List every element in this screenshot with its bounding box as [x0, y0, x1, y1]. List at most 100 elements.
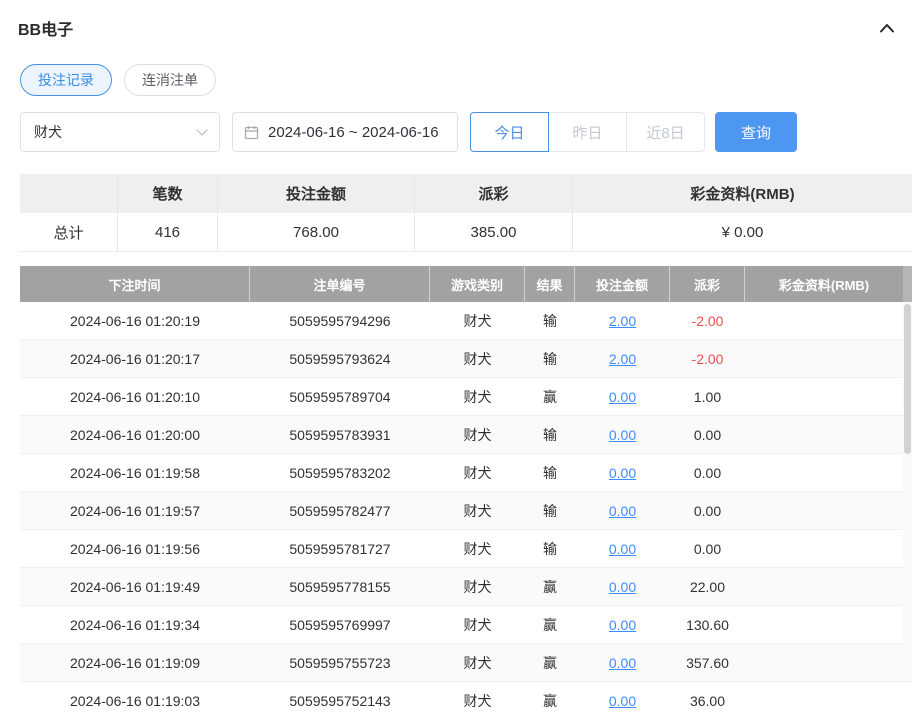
summary-header-bet-amount: 投注金额: [218, 174, 415, 213]
cell-result: 输: [525, 454, 575, 491]
cell-bet-time: 2024-06-16 01:19:49: [20, 568, 250, 605]
bet-table-body: 2024-06-16 01:20:195059595794296财犬输2.00-…: [20, 302, 912, 715]
cell-bet-id: 5059595783931: [250, 416, 430, 453]
bet-amount-link[interactable]: 0.00: [609, 389, 636, 405]
table-row: 2024-06-16 01:19:585059595783202财犬输0.000…: [20, 454, 912, 492]
date-range-input[interactable]: 2024-06-16 ~ 2024-06-16: [232, 112, 458, 152]
cell-bet-id: 5059595794296: [250, 302, 430, 339]
bet-amount-link[interactable]: 2.00: [609, 351, 636, 367]
scrollbar-track[interactable]: [903, 302, 912, 681]
today-button-label: 今日: [494, 122, 524, 143]
cell-game-type: 财犬: [430, 568, 525, 605]
bet-amount-link[interactable]: 0.00: [609, 655, 636, 671]
table-row: 2024-06-16 01:20:175059595793624财犬输2.00-…: [20, 340, 912, 378]
summary-header-count: 笔数: [118, 174, 218, 213]
game-select[interactable]: 财犬: [20, 112, 220, 152]
table-row: 2024-06-16 01:19:345059595769997财犬赢0.001…: [20, 606, 912, 644]
table-row: 2024-06-16 01:19:565059595781727财犬输0.000…: [20, 530, 912, 568]
cell-game-type: 财犬: [430, 302, 525, 339]
cell-bet-amount: 2.00: [575, 302, 670, 339]
cell-bet-amount: 0.00: [575, 378, 670, 415]
summary-total-row: 总计 416 768.00 385.00 ¥ 0.00: [20, 213, 912, 252]
table-row: 2024-06-16 01:19:575059595782477财犬输0.000…: [20, 492, 912, 530]
header-game-type: 游戏类别: [430, 266, 525, 302]
cell-game-type: 财犬: [430, 644, 525, 681]
cell-jackpot: [745, 340, 912, 377]
cell-result: 赢: [525, 568, 575, 605]
cell-game-type: 财犬: [430, 416, 525, 453]
cell-jackpot: [745, 606, 912, 643]
bet-amount-link[interactable]: 0.00: [609, 541, 636, 557]
cell-game-type: 财犬: [430, 530, 525, 567]
cell-bet-time: 2024-06-16 01:20:00: [20, 416, 250, 453]
bet-amount-link[interactable]: 0.00: [609, 579, 636, 595]
bet-records-table: 下注时间 注单编号 游戏类别 结果 投注金额 派彩 彩金资料(RMB) 2024…: [20, 266, 912, 715]
cell-jackpot: [745, 378, 912, 415]
cell-bet-amount: 0.00: [575, 454, 670, 491]
header-bet-id: 注单编号: [250, 266, 430, 302]
quick-date-group: 今日 昨日 近8日: [470, 112, 705, 152]
bet-table-header: 下注时间 注单编号 游戏类别 结果 投注金额 派彩 彩金资料(RMB): [20, 266, 912, 302]
tab-bet-records[interactable]: 投注记录: [20, 64, 112, 96]
cell-bet-amount: 0.00: [575, 492, 670, 529]
section-header: BB电子: [0, 0, 912, 40]
cell-bet-time: 2024-06-16 01:20:10: [20, 378, 250, 415]
query-button[interactable]: 查询: [715, 112, 797, 152]
bet-amount-link[interactable]: 0.00: [609, 693, 636, 709]
cell-jackpot: [745, 682, 912, 715]
cell-bet-amount: 0.00: [575, 530, 670, 567]
cell-payout: 0.00: [670, 530, 745, 567]
calendar-icon: [244, 125, 259, 140]
cell-payout: 0.00: [670, 492, 745, 529]
chevron-down-icon: [196, 124, 207, 135]
cell-bet-id: 5059595778155: [250, 568, 430, 605]
cell-bet-amount: 0.00: [575, 644, 670, 681]
summary-total-jackpot: ¥ 0.00: [573, 213, 912, 251]
bet-amount-link[interactable]: 0.00: [609, 427, 636, 443]
cell-game-type: 财犬: [430, 606, 525, 643]
cell-payout: -2.00: [670, 340, 745, 377]
last-8-days-button[interactable]: 近8日: [626, 112, 705, 152]
yesterday-button[interactable]: 昨日: [548, 112, 627, 152]
yesterday-button-label: 昨日: [572, 122, 602, 143]
cell-jackpot: [745, 302, 912, 339]
bet-amount-link[interactable]: 0.00: [609, 503, 636, 519]
bet-amount-link[interactable]: 0.00: [609, 465, 636, 481]
cell-result: 输: [525, 530, 575, 567]
record-tabs: 投注记录 连消注单: [20, 64, 912, 96]
collapse-button[interactable]: [876, 17, 898, 39]
tab-label: 投注记录: [38, 70, 94, 90]
table-row: 2024-06-16 01:19:095059595755723财犬赢0.003…: [20, 644, 912, 682]
cell-payout: -2.00: [670, 302, 745, 339]
cell-game-type: 财犬: [430, 492, 525, 529]
cell-bet-amount: 0.00: [575, 682, 670, 715]
cell-game-type: 财犬: [430, 454, 525, 491]
cell-bet-id: 5059595752143: [250, 682, 430, 715]
bet-amount-link[interactable]: 0.00: [609, 617, 636, 633]
bet-amount-link[interactable]: 2.00: [609, 313, 636, 329]
summary-total-bet-amount: 768.00: [218, 213, 415, 251]
cell-bet-time: 2024-06-16 01:20:17: [20, 340, 250, 377]
scrollbar-thumb[interactable]: [904, 304, 911, 454]
cell-bet-time: 2024-06-16 01:19:03: [20, 682, 250, 715]
cell-bet-id: 5059595769997: [250, 606, 430, 643]
today-button[interactable]: 今日: [470, 112, 549, 152]
cell-result: 赢: [525, 378, 575, 415]
cell-payout: 0.00: [670, 454, 745, 491]
page-title: BB电子: [18, 16, 73, 40]
cell-payout: 22.00: [670, 568, 745, 605]
cell-bet-time: 2024-06-16 01:20:19: [20, 302, 250, 339]
cell-result: 输: [525, 340, 575, 377]
summary-header-empty: [20, 174, 118, 213]
cell-payout: 0.00: [670, 416, 745, 453]
table-row: 2024-06-16 01:20:105059595789704财犬赢0.001…: [20, 378, 912, 416]
cell-payout: 130.60: [670, 606, 745, 643]
cell-bet-id: 5059595781727: [250, 530, 430, 567]
tab-cancelled-bets[interactable]: 连消注单: [124, 64, 216, 96]
summary-total-label: 总计: [20, 213, 118, 251]
cell-jackpot: [745, 492, 912, 529]
cell-payout: 36.00: [670, 682, 745, 715]
cell-result: 赢: [525, 682, 575, 715]
cell-bet-id: 5059595789704: [250, 378, 430, 415]
cell-payout: 1.00: [670, 378, 745, 415]
